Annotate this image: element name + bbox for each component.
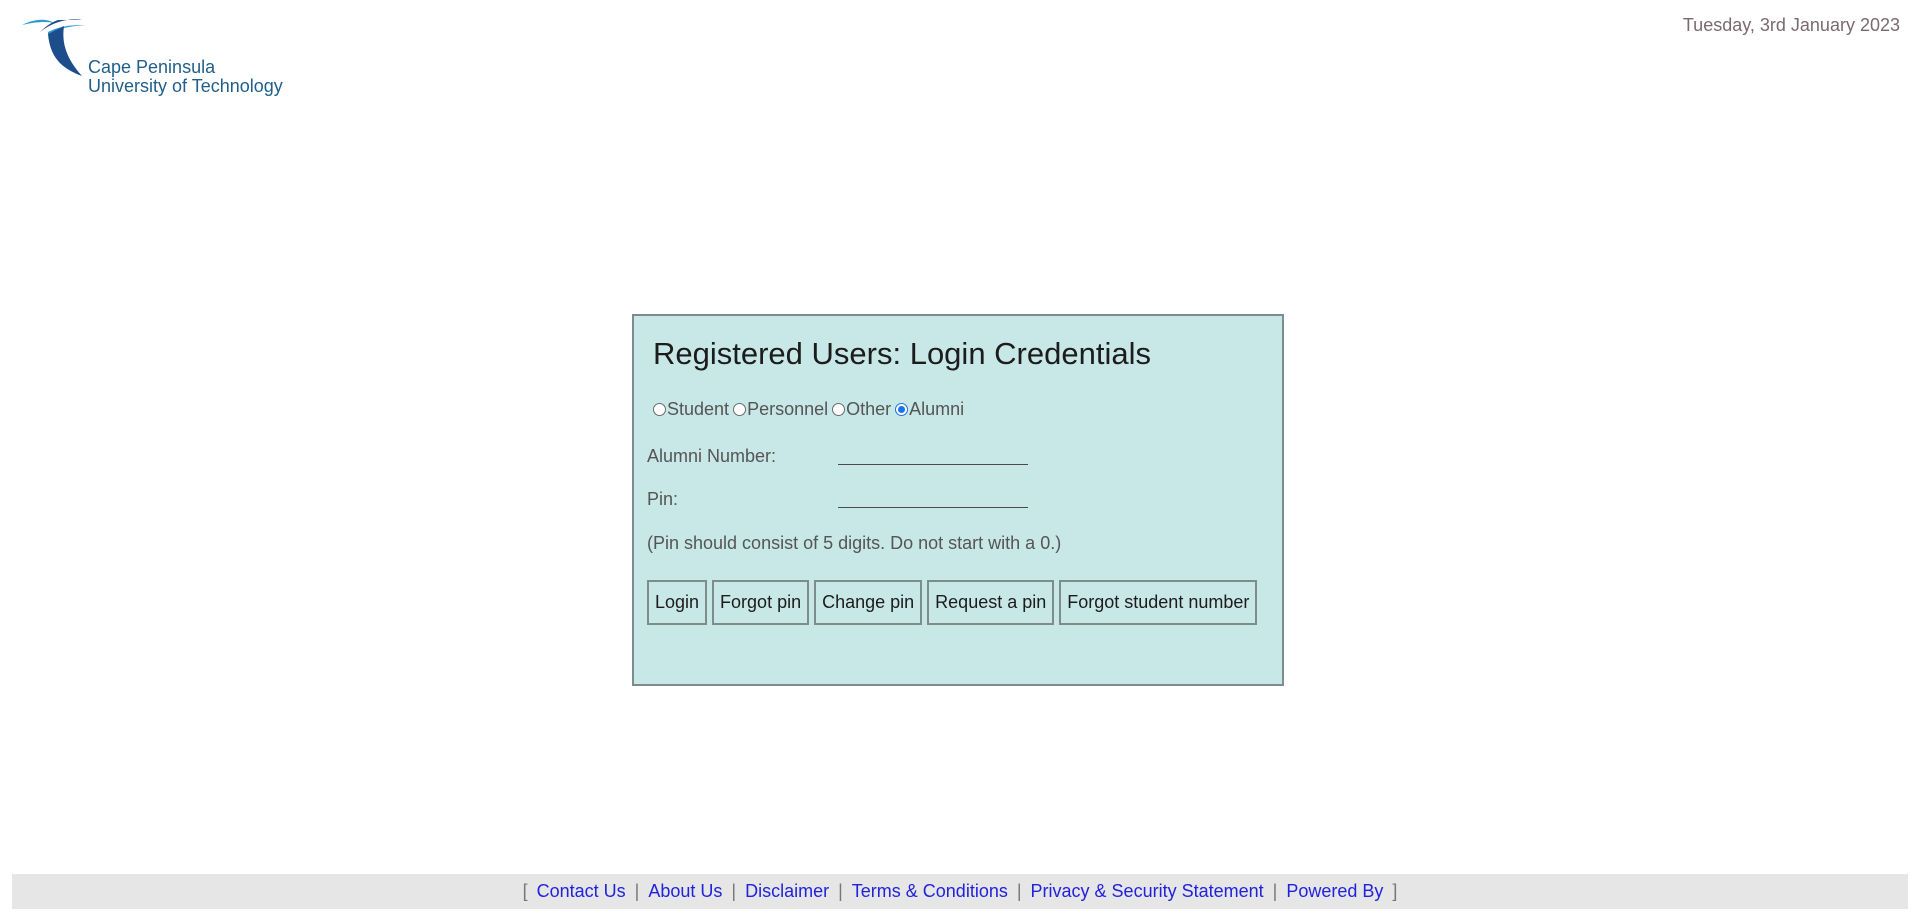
footer-link-powered-by[interactable]: Powered By — [1286, 881, 1383, 902]
forgot-student-number-button[interactable]: Forgot student number — [1059, 580, 1258, 625]
pin-hint: (Pin should consist of 5 digits. Do not … — [647, 533, 1062, 553]
footer-separator: | — [838, 881, 843, 901]
footer-separator: | — [634, 881, 640, 901]
request-pin-button[interactable]: Request a pin — [927, 580, 1055, 625]
footer-link-contact-us[interactable]: Contact Us — [537, 881, 626, 902]
footer-close-bracket: ] — [1392, 881, 1398, 901]
radio-personnel[interactable]: Personnel — [733, 399, 828, 420]
footer-link-about-us[interactable]: About Us — [648, 881, 722, 902]
alumni-number-label: Alumni Number: — [647, 446, 777, 466]
current-date: Tuesday, 3rd January 2023 — [1682, 15, 1900, 35]
footer-separator: | — [1272, 881, 1278, 901]
radio-other[interactable]: Other — [832, 399, 891, 420]
forgot-pin-button[interactable]: Forgot pin — [712, 580, 810, 625]
login-title: Registered Users: Login Credentials — [653, 336, 1151, 371]
footer-link-disclaimer[interactable]: Disclaimer — [745, 881, 829, 902]
footer-link-terms[interactable]: Terms & Conditions — [852, 881, 1008, 902]
footer-open-bracket: [ — [522, 881, 528, 901]
radio-student-label: Student — [667, 399, 730, 419]
cput-logo: Cape Peninsula University of Technology — [20, 16, 300, 100]
pin-input[interactable] — [838, 486, 1028, 508]
pin-label: Pin: — [647, 489, 679, 509]
radio-personnel-circle[interactable] — [733, 403, 747, 416]
radio-personnel-label: Personnel — [747, 399, 829, 419]
radio-alumni[interactable]: Alumni — [895, 399, 964, 420]
logo-line-2: University of Technology — [88, 76, 283, 96]
radio-alumni-label: Alumni — [909, 399, 965, 419]
footer-separator: | — [1016, 881, 1022, 901]
footer-separator: | — [731, 881, 737, 901]
radio-student[interactable]: Student — [653, 399, 729, 420]
radio-alumni-circle[interactable] — [895, 403, 909, 416]
login-button[interactable]: Login — [647, 580, 708, 625]
radio-other-circle[interactable] — [832, 403, 846, 416]
cput-wave-icon — [22, 19, 88, 76]
logo-line-1: Cape Peninsula — [88, 57, 216, 77]
radio-other-label: Other — [846, 399, 892, 419]
logo-text: Cape Peninsula University of Technology — [88, 58, 283, 96]
footer-links: [ Contact Us | About Us | Disclaimer | T… — [12, 874, 1908, 909]
change-pin-button[interactable]: Change pin — [814, 580, 923, 625]
login-panel: Registered Users: Login Credentials Stud… — [632, 314, 1284, 686]
alumni-number-input[interactable] — [838, 443, 1028, 465]
radio-student-circle[interactable] — [653, 403, 666, 416]
login-button-row: Login Forgot pin Change pin Request a pi… — [647, 580, 1262, 625]
footer-link-privacy[interactable]: Privacy & Security Statement — [1031, 881, 1264, 902]
user-type-radio-group: Student Personnel Other Alumni — [653, 399, 968, 420]
